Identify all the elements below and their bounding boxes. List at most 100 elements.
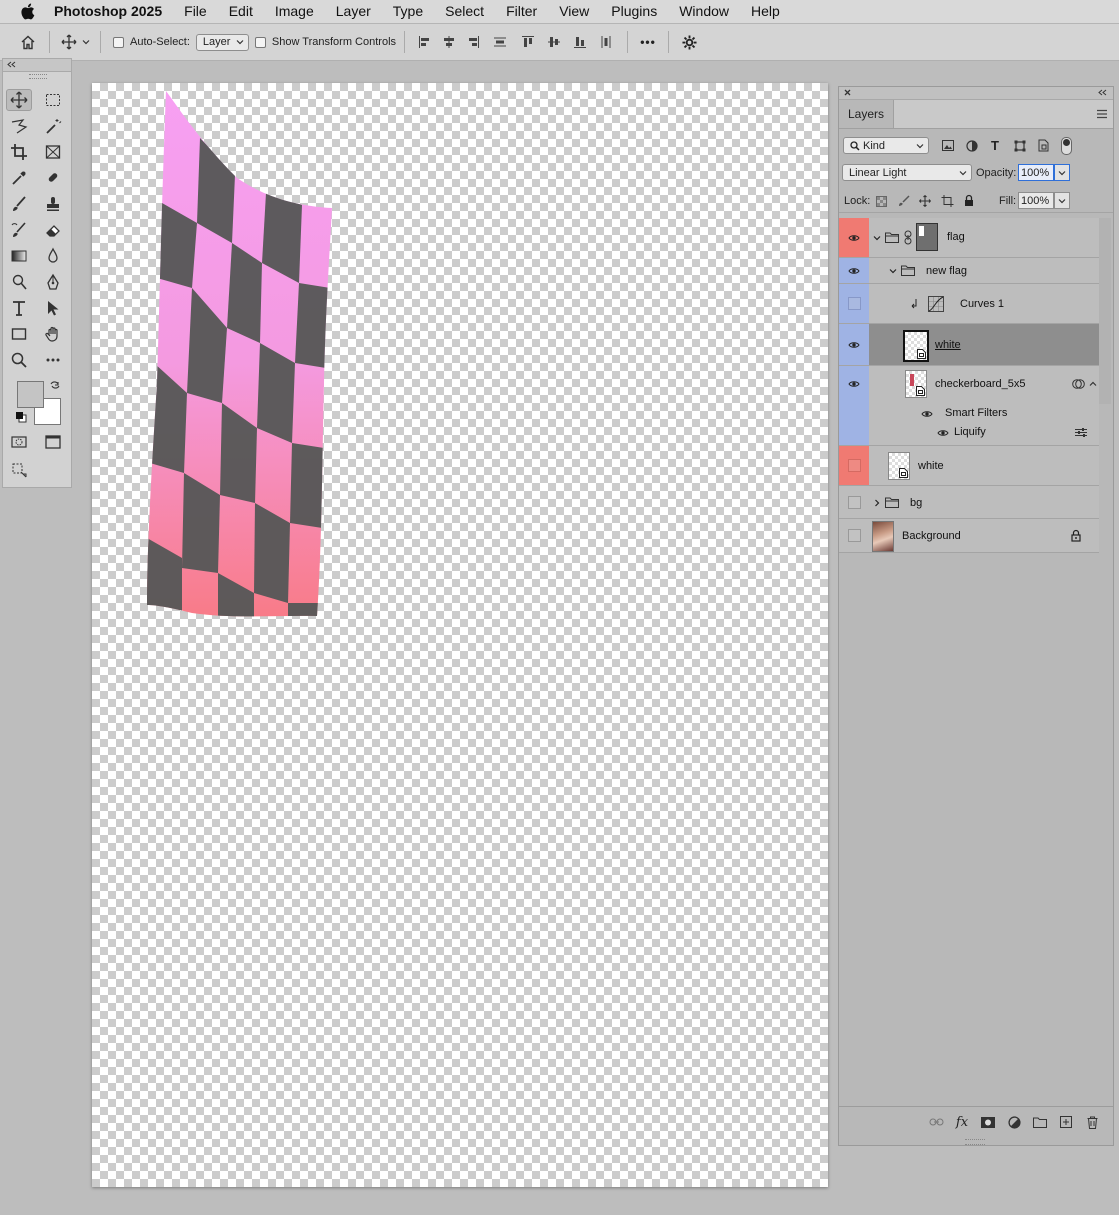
- menu-type[interactable]: Type: [382, 0, 434, 23]
- add-mask-icon[interactable]: [975, 1116, 1001, 1128]
- healing-brush-tool-icon[interactable]: [40, 167, 66, 189]
- quick-mask-icon[interactable]: [6, 431, 32, 453]
- align-bottom-edges-icon[interactable]: [567, 30, 593, 54]
- rectangle-tool-icon[interactable]: [6, 323, 32, 345]
- history-brush-tool-icon[interactable]: [6, 219, 32, 241]
- layer-row-new-flag[interactable]: new flag: [839, 258, 1099, 284]
- fill-slider-toggle[interactable]: [1054, 192, 1070, 209]
- align-right-edges-icon[interactable]: [461, 30, 485, 54]
- menu-help[interactable]: Help: [740, 0, 791, 23]
- opacity-slider-toggle[interactable]: [1054, 164, 1070, 181]
- tab-layers[interactable]: Layers: [839, 100, 894, 128]
- menu-image[interactable]: Image: [264, 0, 325, 23]
- blur-tool-icon[interactable]: [40, 245, 66, 267]
- chevron-down-icon[interactable]: [889, 268, 897, 274]
- distribute-vertical-icon[interactable]: [485, 30, 515, 54]
- menu-filter[interactable]: Filter: [495, 0, 548, 23]
- smart-object-thumbnail[interactable]: [905, 370, 927, 398]
- layer-row-white-selected[interactable]: white: [839, 324, 1099, 366]
- drag-grip[interactable]: [29, 74, 47, 79]
- collapse-icon[interactable]: [1098, 89, 1107, 96]
- magic-wand-tool-icon[interactable]: [40, 115, 66, 137]
- menu-select[interactable]: Select: [434, 0, 495, 23]
- visibility-toggle[interactable]: [839, 446, 869, 485]
- visibility-toggle[interactable]: [839, 366, 869, 445]
- smart-filters-label[interactable]: Smart Filters: [945, 407, 1007, 419]
- gradient-tool-icon[interactable]: [6, 245, 32, 267]
- eyedropper-tool-icon[interactable]: [6, 167, 32, 189]
- filter-toggle-switch[interactable]: [1061, 137, 1072, 155]
- apple-icon[interactable]: [18, 3, 36, 21]
- zoom-tool-icon[interactable]: [6, 349, 32, 371]
- tools-panel-header[interactable]: [3, 59, 71, 72]
- visibility-toggle[interactable]: [839, 218, 869, 257]
- panel-resize-grip[interactable]: [965, 1139, 985, 1145]
- visibility-toggle[interactable]: [839, 258, 869, 283]
- align-vertical-centers-icon[interactable]: [541, 30, 567, 54]
- fx-icon[interactable]: fx: [949, 1115, 975, 1130]
- hand-tool-icon[interactable]: [40, 323, 66, 345]
- link-icon[interactable]: [903, 230, 913, 245]
- filter-shape-icon[interactable]: [1014, 140, 1026, 152]
- smart-object-thumbnail[interactable]: [888, 452, 910, 480]
- layer-list-scrollbar[interactable]: [1099, 218, 1111, 404]
- chevron-down-icon[interactable]: [80, 30, 92, 54]
- move-tool-icon[interactable]: [6, 89, 32, 111]
- lock-artboard-icon[interactable]: [941, 195, 954, 207]
- filter-type-icon[interactable]: T: [991, 138, 999, 153]
- home-icon[interactable]: [15, 30, 41, 54]
- lock-image-pixels-icon[interactable]: [898, 195, 910, 207]
- fill-field[interactable]: 100%: [1018, 192, 1054, 209]
- layer-row-flag[interactable]: flag: [839, 218, 1099, 258]
- filter-pixel-icon[interactable]: [942, 140, 954, 151]
- visibility-toggle[interactable]: [839, 519, 869, 552]
- show-transform-controls-checkbox[interactable]: [254, 36, 266, 48]
- app-name-menu[interactable]: Photoshop 2025: [48, 0, 173, 23]
- path-selection-tool-icon[interactable]: [40, 297, 66, 319]
- type-tool-icon[interactable]: [6, 297, 32, 319]
- document-canvas[interactable]: [92, 83, 828, 1187]
- gear-icon[interactable]: [677, 30, 701, 54]
- dodge-tool-icon[interactable]: [6, 271, 32, 293]
- smart-object-thumbnail[interactable]: [903, 330, 929, 362]
- menu-window[interactable]: Window: [668, 0, 740, 23]
- lasso-tool-icon[interactable]: [6, 115, 32, 137]
- menu-edit[interactable]: Edit: [218, 0, 264, 23]
- new-adjustment-layer-icon[interactable]: [1001, 1115, 1027, 1129]
- move-tool-preset-icon[interactable]: [58, 30, 80, 54]
- eye-icon[interactable]: [937, 429, 949, 437]
- chevron-down-icon[interactable]: [873, 235, 881, 241]
- menu-view[interactable]: View: [548, 0, 600, 23]
- layer-row-background[interactable]: Background: [839, 519, 1099, 553]
- filter-kind-dropdown[interactable]: Kind: [843, 137, 929, 154]
- lock-all-icon[interactable]: [964, 194, 974, 207]
- filter-options-icon[interactable]: [1075, 428, 1087, 437]
- opacity-field[interactable]: 100%: [1018, 164, 1054, 181]
- eye-icon[interactable]: [921, 410, 933, 418]
- swap-colors-icon[interactable]: [49, 379, 61, 394]
- layer-row-bg[interactable]: bg: [839, 486, 1099, 519]
- marquee-tool-icon[interactable]: [40, 89, 66, 111]
- lock-transparent-pixels-icon[interactable]: [876, 196, 887, 207]
- screen-mode-icon[interactable]: [40, 431, 66, 453]
- menu-layer[interactable]: Layer: [325, 0, 382, 23]
- align-left-edges-icon[interactable]: [413, 30, 437, 54]
- menu-file[interactable]: File: [173, 0, 218, 23]
- link-layers-icon[interactable]: [923, 1118, 949, 1126]
- visibility-toggle[interactable]: [839, 284, 869, 323]
- background-thumbnail[interactable]: [872, 521, 894, 552]
- default-colors-icon[interactable]: [15, 411, 27, 426]
- more-options-icon[interactable]: •••: [636, 30, 660, 54]
- layer-row-curves-1[interactable]: Curves 1: [839, 284, 1099, 324]
- layer-row-checkerboard[interactable]: checkerboard_5x5 Smart Filters Liquify: [839, 366, 1099, 446]
- visibility-toggle[interactable]: [839, 486, 869, 518]
- filter-name-liquify[interactable]: Liquify: [954, 426, 986, 438]
- auto-select-dropdown[interactable]: Layer: [195, 33, 249, 51]
- pen-tool-icon[interactable]: [40, 271, 66, 293]
- new-group-icon[interactable]: [1027, 1117, 1053, 1128]
- align-horizontal-centers-icon[interactable]: [437, 30, 461, 54]
- distribute-horizontal-icon[interactable]: [593, 30, 619, 54]
- visibility-toggle[interactable]: [839, 324, 869, 365]
- chevron-right-icon[interactable]: [874, 499, 880, 507]
- brush-tool-icon[interactable]: [6, 193, 32, 215]
